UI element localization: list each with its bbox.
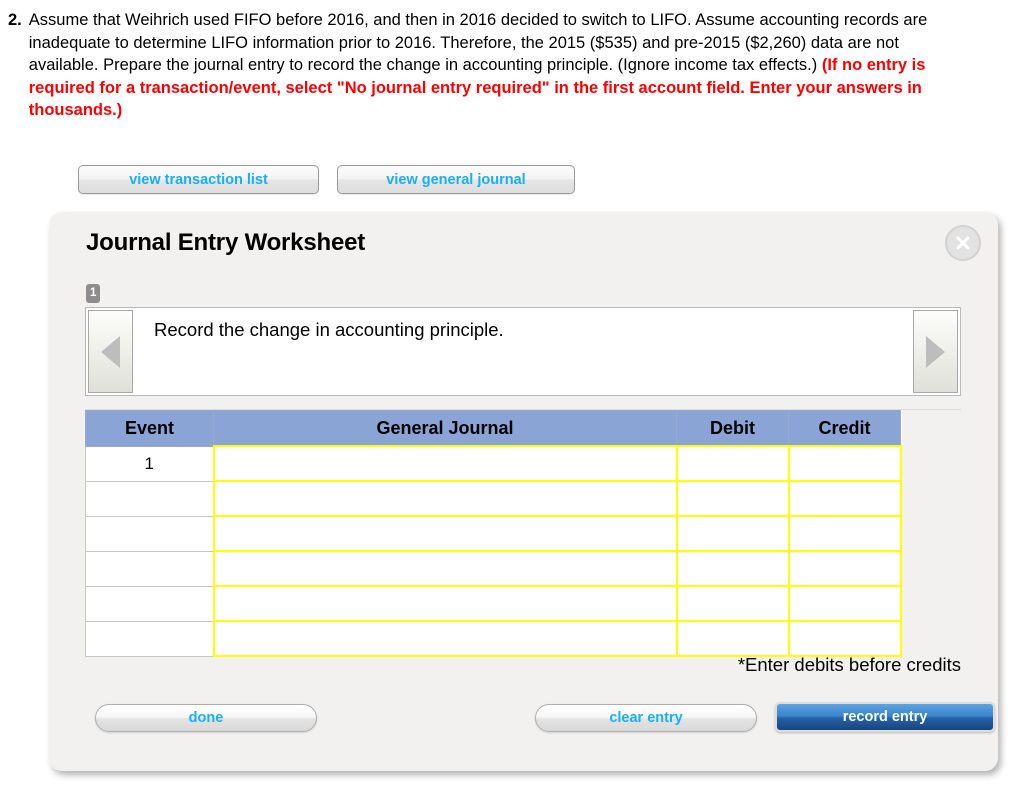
event-cell xyxy=(85,550,214,587)
debit-input-cell[interactable] xyxy=(675,585,790,622)
clear-entry-button[interactable]: clear entry xyxy=(535,704,757,732)
journal-entry-table: Event General Journal Debit Credit 1 xyxy=(85,410,902,657)
column-header-general-journal: General Journal xyxy=(213,410,677,447)
event-cell: 1 xyxy=(85,445,214,482)
general-journal-input-cell[interactable] xyxy=(212,445,678,482)
credit-field[interactable] xyxy=(790,552,900,585)
question-text: Assume that Weihrich used FIFO before 20… xyxy=(29,9,934,122)
general-journal-input-cell[interactable] xyxy=(212,550,678,587)
event-cell xyxy=(85,480,214,517)
general-journal-field[interactable] xyxy=(215,517,676,550)
general-journal-input-cell[interactable] xyxy=(212,480,678,517)
credit-input-cell[interactable] xyxy=(787,620,902,657)
debit-input-cell[interactable] xyxy=(675,445,790,482)
table-row xyxy=(85,585,902,622)
debit-input-cell[interactable] xyxy=(675,480,790,517)
question-text-plain: Assume that Weihrich used FIFO before 20… xyxy=(28,11,928,74)
transaction-description-text: Record the change in accounting principl… xyxy=(154,319,504,340)
debit-input-cell[interactable] xyxy=(675,515,790,552)
column-header-event: Event xyxy=(85,410,214,447)
table-row xyxy=(85,515,902,552)
view-transaction-list-button[interactable]: view transaction list xyxy=(78,165,319,194)
table-row xyxy=(85,480,902,517)
credit-input-cell[interactable] xyxy=(787,585,902,622)
chevron-left-icon[interactable] xyxy=(88,310,133,393)
general-journal-field[interactable] xyxy=(215,447,676,480)
debit-field[interactable] xyxy=(678,622,788,655)
debit-input-cell[interactable] xyxy=(675,620,790,657)
table-row xyxy=(85,550,902,587)
event-cell xyxy=(85,515,214,552)
worksheet-tab-1[interactable]: 1 xyxy=(86,284,101,303)
debits-before-credits-note: *Enter debits before credits xyxy=(737,654,961,675)
table-row xyxy=(85,620,902,657)
general-journal-input-cell[interactable] xyxy=(212,515,678,552)
debit-field[interactable] xyxy=(678,587,788,620)
debit-field[interactable] xyxy=(678,482,788,515)
table-header-row: Event General Journal Debit Credit xyxy=(85,410,901,447)
transaction-description-strip: Record the change in accounting principl… xyxy=(85,307,961,396)
debit-field[interactable] xyxy=(678,552,788,585)
debit-input-cell[interactable] xyxy=(675,550,790,587)
general-journal-field[interactable] xyxy=(215,482,676,515)
credit-input-cell[interactable] xyxy=(787,480,902,517)
debit-field[interactable] xyxy=(678,447,788,480)
done-button[interactable]: done xyxy=(95,704,317,732)
view-general-journal-button[interactable]: view general journal xyxy=(337,165,575,194)
chevron-right-icon[interactable] xyxy=(913,310,958,393)
event-cell xyxy=(85,585,214,622)
credit-input-cell[interactable] xyxy=(787,550,902,587)
credit-field[interactable] xyxy=(790,622,900,655)
record-entry-button[interactable]: record entry xyxy=(775,702,995,732)
event-cell xyxy=(85,620,214,657)
close-icon[interactable] xyxy=(945,225,981,261)
question-block: 2. Assume that Weihrich used FIFO before… xyxy=(0,0,1024,122)
general-journal-field[interactable] xyxy=(215,587,676,620)
credit-input-cell[interactable] xyxy=(787,515,902,552)
column-header-credit: Credit xyxy=(788,410,901,447)
credit-field[interactable] xyxy=(790,482,900,515)
general-journal-input-cell[interactable] xyxy=(212,585,678,622)
credit-field[interactable] xyxy=(790,447,900,480)
credit-input-cell[interactable] xyxy=(787,445,902,482)
debit-field[interactable] xyxy=(678,517,788,550)
page-title: Journal Entry Worksheet xyxy=(86,229,366,256)
journal-entry-worksheet-panel: Journal Entry Worksheet 1 Record the cha… xyxy=(49,212,998,771)
column-header-debit: Debit xyxy=(676,410,789,447)
question-number: 2. xyxy=(8,11,22,29)
general-journal-field[interactable] xyxy=(215,622,676,655)
table-row: 1 xyxy=(85,445,902,482)
general-journal-input-cell[interactable] xyxy=(212,620,678,657)
general-journal-field[interactable] xyxy=(215,552,676,585)
credit-field[interactable] xyxy=(790,517,900,550)
credit-field[interactable] xyxy=(790,587,900,620)
view-buttons-bar: view transaction list view general journ… xyxy=(78,165,575,194)
